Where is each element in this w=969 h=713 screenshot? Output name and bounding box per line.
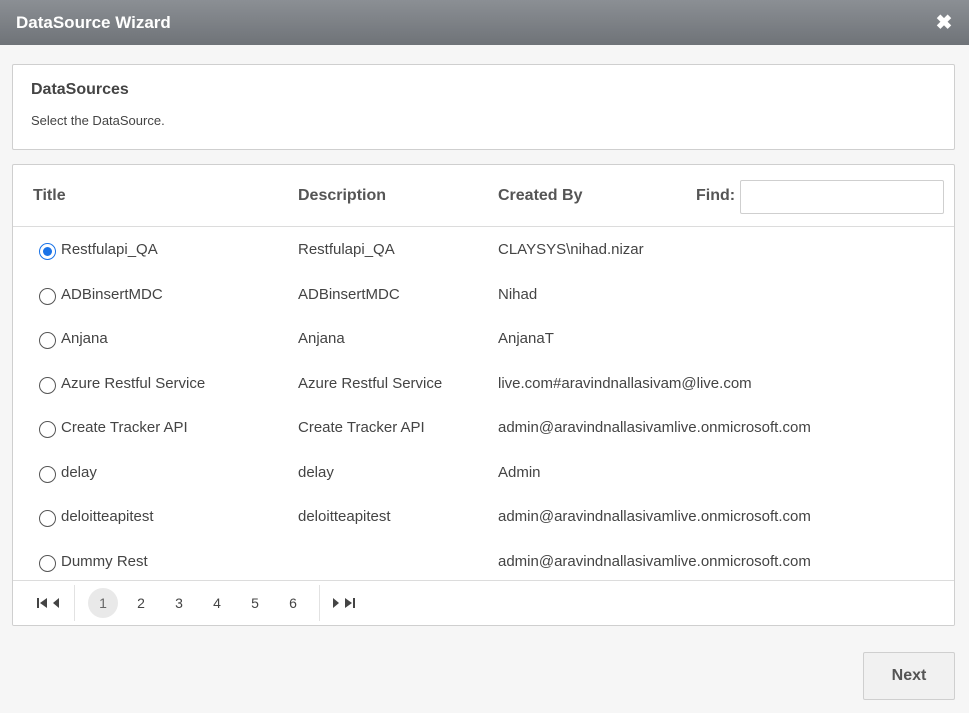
row-title: Restfulapi_QA xyxy=(61,241,158,258)
row-radio[interactable] xyxy=(39,288,56,305)
pager-prev-group xyxy=(35,581,63,625)
row-radio[interactable] xyxy=(39,555,56,572)
column-header-description[interactable]: Description xyxy=(298,187,386,205)
row-description: Restfulapi_QA xyxy=(298,241,395,258)
row-created-by: AnjanaT xyxy=(498,330,554,347)
last-page-icon[interactable] xyxy=(343,593,357,613)
pager: 1 2 3 4 5 6 xyxy=(13,580,954,625)
row-created-by: admin@aravindnallasivamlive.onmicrosoft.… xyxy=(498,508,811,525)
first-page-icon[interactable] xyxy=(35,593,49,613)
row-radio[interactable] xyxy=(39,377,56,394)
row-description: ADBinsertMDC xyxy=(298,286,400,303)
table-row[interactable]: ADBinsertMDC ADBinsertMDC Nihad xyxy=(13,272,954,316)
table-row[interactable]: Create Tracker API Create Tracker API ad… xyxy=(13,405,954,449)
row-created-by: CLAYSYS\nihad.nizar xyxy=(498,241,644,258)
row-title: Anjana xyxy=(61,330,108,347)
row-title: Azure Restful Service xyxy=(61,375,206,392)
row-created-by: Admin xyxy=(498,464,541,481)
section-heading: DataSources xyxy=(31,81,129,98)
page-button-6[interactable]: 6 xyxy=(278,588,308,618)
row-radio[interactable] xyxy=(39,332,56,349)
table-row[interactable]: Azure Restful Service Azure Restful Serv… xyxy=(13,361,954,405)
row-title: Dummy Rest xyxy=(61,553,148,570)
next-button[interactable]: Next xyxy=(863,652,955,700)
row-title: deloitteapitest xyxy=(61,508,154,525)
row-description: Azure Restful Service xyxy=(298,375,443,392)
row-description: Create Tracker API xyxy=(298,419,425,436)
page-button-1[interactable]: 1 xyxy=(88,588,118,618)
row-created-by: live.com#aravindnallasivam@live.com xyxy=(498,375,752,392)
title-bar: DataSource Wizard ✖ xyxy=(0,0,969,45)
grid-rows: Restfulapi_QA Restfulapi_QA CLAYSYS\niha… xyxy=(13,227,954,581)
row-description: deloitteapitest xyxy=(298,508,391,525)
section-subtitle: Select the DataSource. xyxy=(31,113,165,128)
datasource-grid: Title Description Created By Find: Restf… xyxy=(12,164,955,626)
pager-divider xyxy=(74,585,75,621)
find-label: Find: xyxy=(696,187,736,204)
row-radio[interactable] xyxy=(39,243,56,260)
pager-next-group xyxy=(329,581,357,625)
row-title: Create Tracker API xyxy=(61,419,188,436)
table-row[interactable]: Dummy Rest admin@aravindnallasivamlive.o… xyxy=(13,539,954,581)
page-button-3[interactable]: 3 xyxy=(164,588,194,618)
row-radio[interactable] xyxy=(39,466,56,483)
row-created-by: admin@aravindnallasivamlive.onmicrosoft.… xyxy=(498,419,811,436)
datasources-info-panel: DataSources Select the DataSource. xyxy=(12,64,955,150)
row-created-by: Nihad xyxy=(498,286,538,303)
column-header-title[interactable]: Title xyxy=(33,187,66,205)
close-icon[interactable]: ✖ xyxy=(933,12,955,34)
next-page-icon[interactable] xyxy=(329,593,343,613)
table-row[interactable]: deloitteapitest deloitteapitest admin@ar… xyxy=(13,494,954,538)
page-button-4[interactable]: 4 xyxy=(202,588,232,618)
find-input[interactable] xyxy=(740,180,944,214)
column-header-created-by[interactable]: Created By xyxy=(498,187,582,205)
table-row[interactable]: delay delay Admin xyxy=(13,450,954,494)
row-description: Anjana xyxy=(298,330,345,347)
page-button-2[interactable]: 2 xyxy=(126,588,156,618)
row-radio[interactable] xyxy=(39,510,56,527)
pager-divider xyxy=(319,585,320,621)
page-button-5[interactable]: 5 xyxy=(240,588,270,618)
row-description: delay xyxy=(298,464,334,481)
row-title: delay xyxy=(61,464,97,481)
table-row[interactable]: Restfulapi_QA Restfulapi_QA CLAYSYS\niha… xyxy=(13,227,954,271)
table-row[interactable]: Anjana Anjana AnjanaT xyxy=(13,316,954,360)
row-created-by: admin@aravindnallasivamlive.onmicrosoft.… xyxy=(498,553,811,570)
prev-page-icon[interactable] xyxy=(49,593,63,613)
row-radio[interactable] xyxy=(39,421,56,438)
grid-header: Title Description Created By Find: xyxy=(13,165,954,227)
row-title: ADBinsertMDC xyxy=(61,286,163,303)
window-title: DataSource Wizard xyxy=(16,12,171,32)
